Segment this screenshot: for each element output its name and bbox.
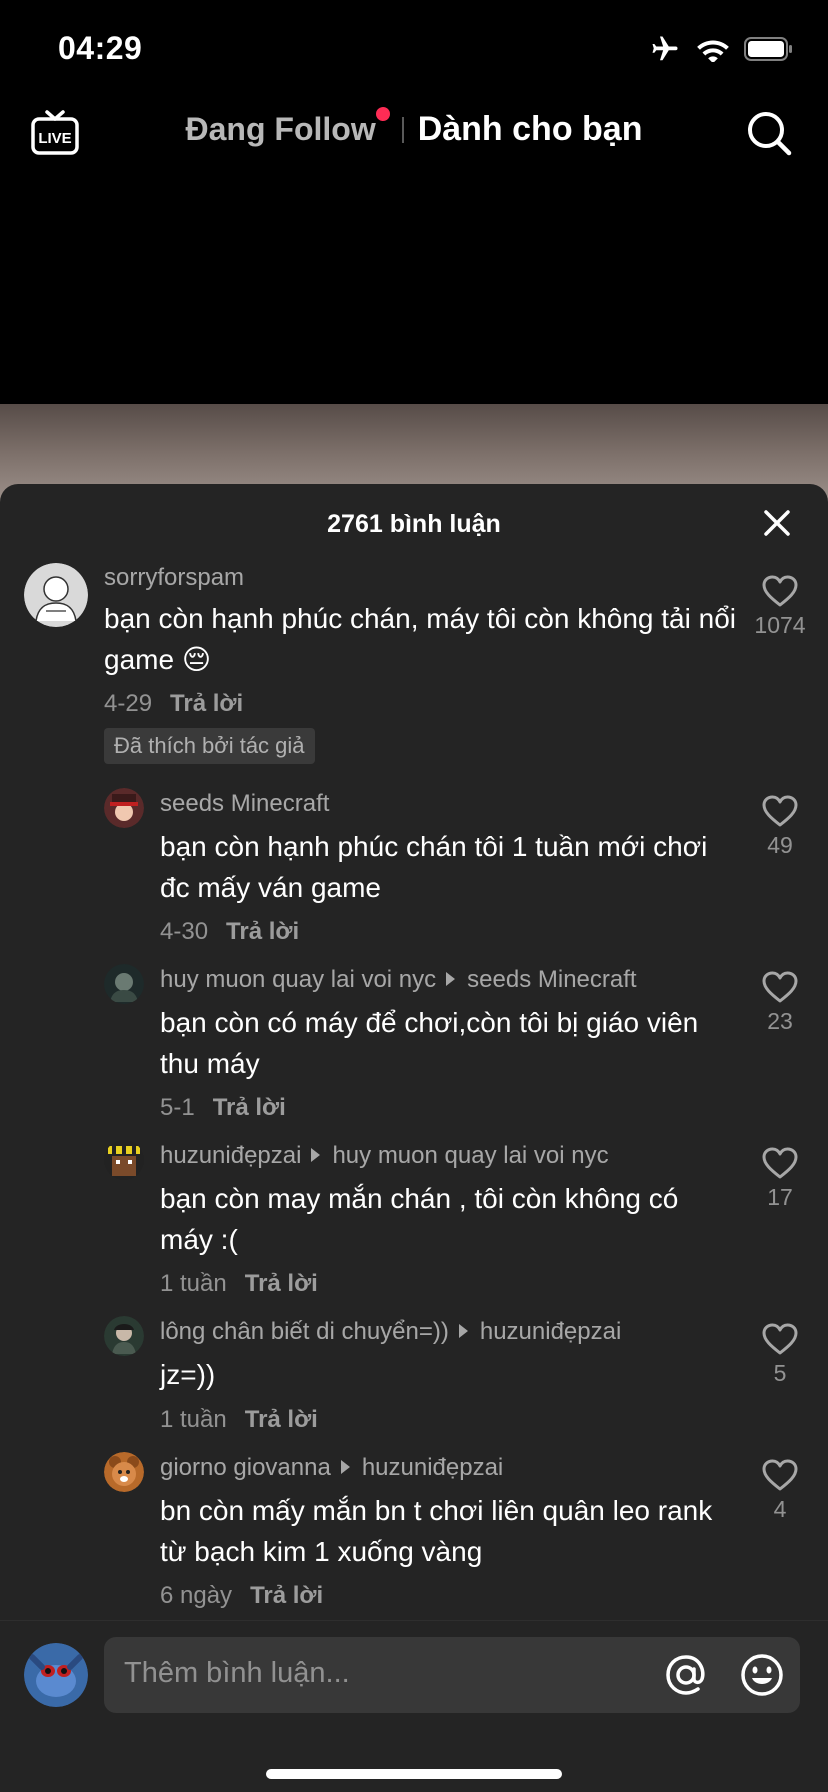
comment-meta: 4-29 Trả lời bbox=[104, 690, 243, 718]
comments-header: 2761 bình luận bbox=[0, 484, 828, 564]
heart-icon bbox=[762, 575, 798, 607]
avatar[interactable] bbox=[104, 1140, 144, 1180]
wifi-icon bbox=[697, 40, 729, 62]
search-icon[interactable] bbox=[744, 108, 794, 158]
comment-meta: 1 tuần Trả lời bbox=[160, 1270, 318, 1298]
comment-meta: 4-30 Trả lời bbox=[160, 918, 299, 946]
comment-text: bạn còn hạnh phúc chán, máy tôi còn khôn… bbox=[104, 603, 736, 675]
comment-text: bạn còn hạnh phúc chán tôi 1 tuần mới ch… bbox=[160, 831, 708, 903]
comments-sheet: 2761 bình luận sorryforspam bạn còn hạnh… bbox=[0, 484, 828, 1792]
like-count: 5 bbox=[773, 1360, 787, 1386]
avatar[interactable] bbox=[104, 1316, 144, 1356]
username: huy muon quay lai voi nyc bbox=[160, 966, 437, 993]
like-button[interactable]: 1074 bbox=[750, 574, 810, 639]
comment-username[interactable]: huy muon quay lai voi nyc seeds Minecraft bbox=[160, 966, 637, 994]
username: lông chân biết di chuyển=)) bbox=[160, 1318, 449, 1345]
comment-meta: 5-1 Trả lời bbox=[160, 1094, 286, 1122]
avatar[interactable] bbox=[104, 964, 144, 1004]
like-button[interactable]: 17 bbox=[750, 1146, 810, 1211]
reply-arrow-icon bbox=[446, 971, 456, 986]
comment-text: jz=)) bbox=[160, 1359, 216, 1390]
like-button[interactable]: 5 bbox=[750, 1322, 810, 1387]
comment-username[interactable]: seeds Minecraft bbox=[160, 790, 329, 818]
comment-input-bar: Thêm bình luận... bbox=[0, 1620, 828, 1792]
reply-to-username[interactable]: huy muon quay lai voi nyc bbox=[332, 1142, 608, 1169]
username: huzuniđẹpzai bbox=[160, 1142, 302, 1169]
tab-following[interactable]: Đang Follow bbox=[185, 107, 390, 148]
reply-arrow-icon bbox=[340, 1459, 350, 1474]
emoji-icon[interactable] bbox=[738, 1651, 786, 1699]
heart-icon bbox=[762, 1459, 798, 1491]
comment-input[interactable]: Thêm bình luận... bbox=[104, 1637, 800, 1713]
comment-date: 6 ngày bbox=[160, 1582, 233, 1609]
mention-icon[interactable] bbox=[662, 1651, 710, 1699]
like-count: 49 bbox=[767, 832, 793, 858]
home-indicator bbox=[266, 1769, 562, 1779]
tab-following-label: Đang Follow bbox=[185, 111, 376, 147]
reply-arrow-icon bbox=[458, 1323, 468, 1338]
comment-meta: 6 ngày Trả lời bbox=[160, 1582, 323, 1610]
heart-icon bbox=[762, 971, 798, 1003]
comment-username[interactable]: sorryforspam bbox=[104, 564, 244, 592]
reply-to-username[interactable]: seeds Minecraft bbox=[467, 966, 636, 993]
comment-text: bạn còn may mắn chán , tôi còn không có … bbox=[160, 1183, 679, 1255]
comment-date: 1 tuần bbox=[160, 1270, 227, 1297]
my-avatar[interactable] bbox=[24, 1643, 88, 1707]
like-count: 4 bbox=[773, 1496, 787, 1522]
liked-by-author-badge: Đã thích bởi tác giả bbox=[104, 728, 315, 764]
close-icon[interactable] bbox=[762, 508, 792, 538]
avatar[interactable] bbox=[24, 563, 88, 627]
avatar[interactable] bbox=[104, 788, 144, 828]
notification-dot bbox=[375, 107, 390, 121]
status-icons bbox=[648, 34, 794, 64]
like-button[interactable]: 23 bbox=[750, 970, 810, 1035]
like-count: 17 bbox=[767, 1184, 793, 1210]
comment-meta: 1 tuần Trả lời bbox=[160, 1406, 318, 1434]
like-count: 23 bbox=[767, 1008, 793, 1034]
status-time: 04:29 bbox=[58, 30, 143, 66]
comment-username[interactable]: lông chân biết di chuyển=)) huzuniđẹpzai bbox=[160, 1318, 621, 1346]
comment-date: 5-1 bbox=[160, 1094, 195, 1121]
comment-date: 4-30 bbox=[160, 918, 209, 945]
feed-tabs: Đang Follow Dành cho bạn bbox=[0, 107, 828, 149]
reply-to-username[interactable]: huzuniđẹpzai bbox=[480, 1318, 621, 1345]
comment-date: 1 tuần bbox=[160, 1406, 227, 1433]
like-button[interactable]: 49 bbox=[750, 794, 810, 859]
username: seeds Minecraft bbox=[160, 790, 330, 817]
comment-input-placeholder: Thêm bình luận... bbox=[124, 1657, 350, 1689]
battery-icon bbox=[744, 37, 792, 61]
like-button[interactable]: 4 bbox=[750, 1458, 810, 1523]
airplane-icon bbox=[652, 36, 678, 61]
heart-icon bbox=[762, 1323, 798, 1355]
reply-button[interactable]: Trả lời bbox=[245, 1406, 318, 1433]
reply-button[interactable]: Trả lời bbox=[213, 1094, 286, 1121]
comment-text: bn còn mấy mắn bn t chơi liên quân leo r… bbox=[160, 1495, 713, 1567]
top-nav: LIVE Đang Follow Dành cho bạn bbox=[0, 100, 828, 166]
comment-date: 4-29 bbox=[104, 690, 153, 717]
comment-count: 2761 bình luận bbox=[327, 510, 501, 538]
username: sorryforspam bbox=[104, 564, 245, 591]
tab-for-you[interactable]: Dành cho bạn bbox=[418, 110, 643, 149]
avatar[interactable] bbox=[104, 1452, 144, 1492]
heart-icon bbox=[762, 795, 798, 827]
comment-username[interactable]: huzuniđẹpzai huy muon quay lai voi nyc bbox=[160, 1142, 609, 1170]
like-count: 1074 bbox=[754, 612, 806, 638]
username: giorno giovanna bbox=[160, 1454, 331, 1481]
reply-to-username[interactable]: huzuniđẹpzai bbox=[362, 1454, 503, 1481]
tab-divider bbox=[401, 116, 404, 143]
reply-arrow-icon bbox=[311, 1147, 321, 1162]
reply-button[interactable]: Trả lời bbox=[245, 1270, 318, 1297]
reply-button[interactable]: Trả lời bbox=[170, 690, 243, 717]
reply-button[interactable]: Trả lời bbox=[250, 1582, 323, 1609]
status-bar: 04:29 bbox=[0, 0, 828, 100]
heart-icon bbox=[762, 1147, 798, 1179]
comment-username[interactable]: giorno giovanna huzuniđẹpzai bbox=[160, 1454, 503, 1482]
comment-text: bạn còn có máy để chơi,còn tôi bị giáo v… bbox=[160, 1007, 699, 1079]
reply-button[interactable]: Trả lời bbox=[226, 918, 299, 945]
